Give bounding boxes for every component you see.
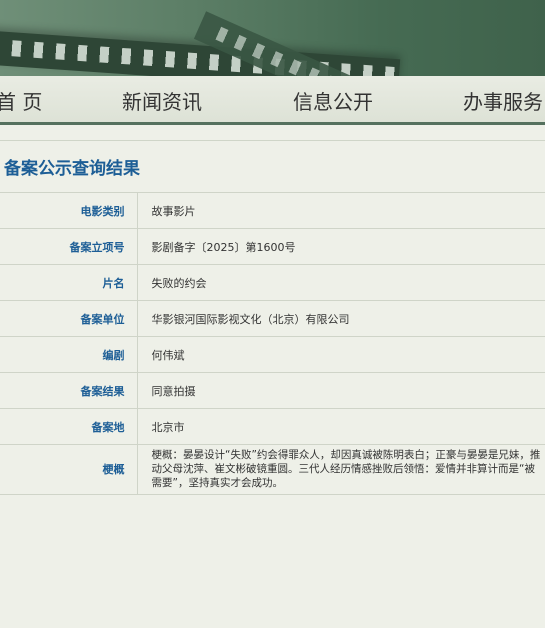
main-nav: 首 页 新闻资讯 信息公开 办事服务 [0, 76, 545, 125]
table-row: 片名 失败的约会 [0, 264, 545, 301]
section-header: 备案公示查询结果 [0, 140, 545, 193]
nav-item-info-disclosure[interactable]: 信息公开 [293, 86, 373, 115]
row-label-filing-number: 备案立项号 [0, 228, 138, 265]
table-row: 备案立项号 影剧备字〔2025〕第1600号 [0, 228, 545, 265]
row-label-screenwriter: 编剧 [0, 336, 138, 373]
row-label-film-title: 片名 [0, 264, 138, 301]
nav-item-home[interactable]: 首 页 [0, 86, 42, 115]
row-label-synopsis: 梗概 [0, 444, 138, 495]
nav-item-news[interactable]: 新闻资讯 [122, 86, 202, 115]
row-value-synopsis: 梗概：晏晏设计“失败”约会得罪众人，却因真诚被陈明表白；正豪与晏晏是兄妹，推动父… [137, 444, 545, 495]
row-value-screenwriter: 何伟斌 [137, 336, 545, 373]
row-value-filing-unit: 华影银河国际影视文化（北京）有限公司 [137, 300, 545, 337]
table-row: 备案地 北京市 [0, 408, 545, 445]
page-title: 备案公示查询结果 [4, 159, 140, 179]
table-row: 梗概 梗概：晏晏设计“失败”约会得罪众人，却因真诚被陈明表白；正豪与晏晏是兄妹，… [0, 444, 545, 495]
row-label-film-category: 电影类别 [0, 192, 138, 229]
record-table: 电影类别 故事影片 备案立项号 影剧备字〔2025〕第1600号 片名 失败的约… [0, 192, 545, 495]
row-value-film-title: 失败的约会 [137, 264, 545, 301]
row-label-filing-result: 备案结果 [0, 372, 138, 409]
row-value-filing-number: 影剧备字〔2025〕第1600号 [137, 228, 545, 265]
table-row: 备案单位 华影银河国际影视文化（北京）有限公司 [0, 300, 545, 337]
row-label-filing-location: 备案地 [0, 408, 138, 445]
table-row: 编剧 何伟斌 [0, 336, 545, 373]
header-banner [0, 0, 545, 76]
row-value-filing-result: 同意拍摄 [137, 372, 545, 409]
row-value-film-category: 故事影片 [137, 192, 545, 229]
nav-item-services[interactable]: 办事服务 [463, 86, 543, 115]
row-label-filing-unit: 备案单位 [0, 300, 138, 337]
row-value-filing-location: 北京市 [137, 408, 545, 445]
table-row: 电影类别 故事影片 [0, 192, 545, 229]
table-row: 备案结果 同意拍摄 [0, 372, 545, 409]
